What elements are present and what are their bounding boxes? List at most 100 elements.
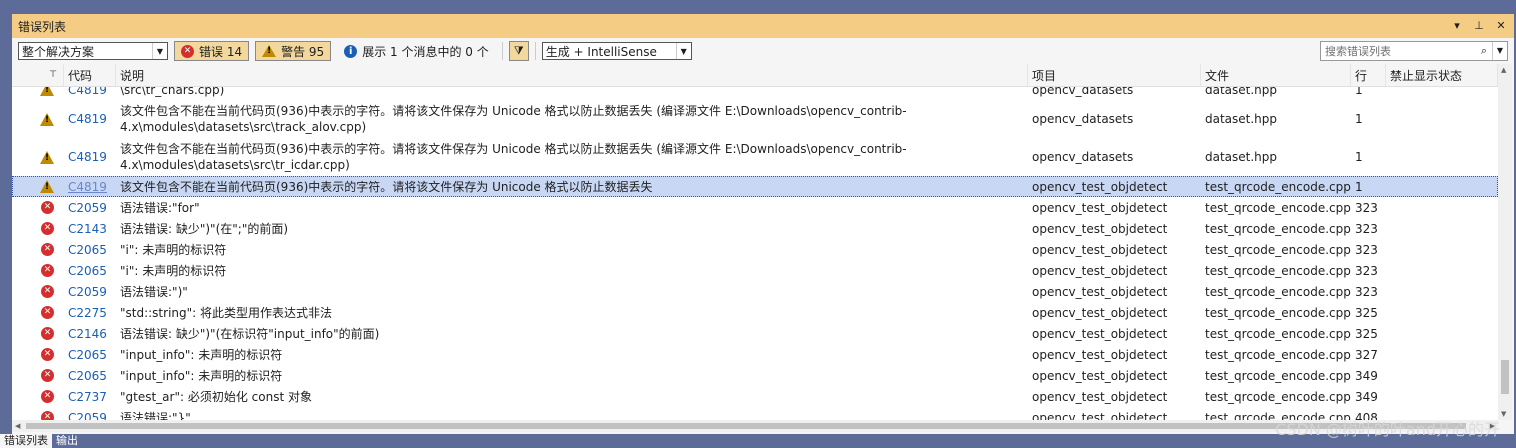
row-code-link[interactable]: C2065 [64,243,116,257]
table-row[interactable]: ✕ C2143 语法错误: 缺少")"(在";"的前面) opencv_test_ob… [12,218,1498,239]
grid-header: ⊤ 代码 说明 项目 文件 行 禁止显示状态 [12,64,1498,87]
search-icon[interactable]: ⌕ [1476,44,1492,58]
row-project: opencv_datasets [1032,87,1134,97]
row-code-link[interactable]: C2059 [64,285,116,299]
table-row[interactable]: C4819 该文件包含不能在当前代码页(936)中表示的字符。请将该文件保存为 U… [12,138,1498,176]
table-row[interactable]: ✕ C2146 语法错误: 缺少")"(在标识符"input_info"的前面) op… [12,323,1498,344]
scope-value: 整个解决方案 [22,44,95,59]
scope-dropdown[interactable]: 整个解决方案 ▼ [18,42,168,60]
window-menu-icon[interactable]: ▾ [1450,19,1464,33]
row-line: 349 [1355,389,1378,404]
row-code-link[interactable]: C2146 [64,327,116,341]
row-line: 323 [1355,242,1378,257]
row-file: test_qrcode_encode.cpp [1205,368,1351,383]
row-project: opencv_test_objdetect [1032,284,1168,299]
row-severity-cell: ✕ [12,222,64,235]
row-description: "i": 未声明的标识符 [120,263,227,278]
pin-icon[interactable]: ⊥ [1472,19,1486,33]
row-code-link[interactable]: C2275 [64,306,116,320]
row-description: "input_info": 未声明的标识符 [120,368,283,383]
vertical-scrollbar[interactable]: ▲ ▼ [1498,64,1512,420]
filter-toggle-button[interactable]: ⧩ [508,41,529,61]
scroll-down-icon[interactable]: ▼ [1501,410,1506,418]
header-suppression-state[interactable]: 禁止显示状态 [1386,64,1498,86]
row-code-link[interactable]: C2065 [64,264,116,278]
header-code[interactable]: 代码 [64,64,116,86]
row-file: test_qrcode_encode.cpp [1205,221,1351,236]
warning-icon [40,180,54,193]
build-mode-dropdown[interactable]: 生成 + IntelliSense ▼ [541,42,692,60]
warning-icon [40,150,54,164]
row-code-link[interactable]: C2059 [64,411,116,421]
messages-filter-button[interactable]: i 展示 1 个消息中的 0 个 [337,41,496,61]
error-icon: ✕ [41,327,54,340]
row-code-link[interactable]: C2059 [64,201,116,215]
header-file[interactable]: 文件 [1201,64,1351,86]
row-line: 1 [1355,179,1363,194]
toolbar: 整个解决方案 ▼ ✕ 错误 14 警告 95 i 展示 1 个消息中的 0 个 … [12,38,1514,64]
table-row[interactable]: C4819 该文件包含不能在当前代码页(936)中表示的字符。请将该文件保存为 U… [12,100,1498,138]
sort-icon: ⊤ [49,70,57,80]
row-project: opencv_test_objdetect [1032,347,1168,362]
errors-filter-button[interactable]: ✕ 错误 14 [174,41,250,61]
row-description: 该文件包含不能在当前代码页(936)中表示的字符。请将该文件保存为 Unicod… [120,104,907,134]
error-icon: ✕ [181,44,194,58]
table-row[interactable]: ✕ C2065 "input_info": 未声明的标识符 opencv_test_o… [12,344,1498,365]
error-grid: ⊤ 代码 说明 项目 文件 行 禁止显示状态 C4819 \src\tr_char… [12,64,1498,420]
error-icon: ✕ [41,264,54,277]
table-row[interactable]: ✕ C2059 语法错误:")" opencv_test_objdetect test_… [12,281,1498,302]
title-bar: 错误列表 ▾ ⊥ ✕ [12,14,1514,38]
warning-icon [40,87,54,96]
chevron-down-icon[interactable]: ▼ [1492,42,1507,60]
search-input[interactable] [1321,44,1476,58]
table-row[interactable]: C4819 该文件包含不能在当前代码页(936)中表示的字符。请将该文件保存为 U… [12,176,1498,197]
row-project: opencv_test_objdetect [1032,263,1168,278]
table-row[interactable]: C4819 \src\tr_chars.cpp) opencv_datasets da… [12,87,1498,100]
build-mode-value: 生成 + IntelliSense [545,44,657,59]
chevron-down-icon: ▼ [152,43,167,59]
toolbar-divider [534,42,536,60]
warning-icon [40,112,54,126]
watermark: CSDN @树叶的叶and开心的开 [1275,420,1500,439]
table-row[interactable]: ✕ C2065 "input_info": 未声明的标识符 opencv_test_o… [12,365,1498,386]
error-icon: ✕ [41,243,54,256]
row-code-link[interactable]: C4819 [64,180,116,194]
header-sort-column[interactable]: ⊤ [12,64,64,86]
row-file: test_qrcode_encode.cpp [1205,326,1351,341]
warning-icon [262,45,277,57]
row-code-link[interactable]: C4819 [64,112,116,126]
table-row[interactable]: ✕ C2059 语法错误:"for" opencv_test_objdetect tes… [12,197,1498,218]
row-description: \src\tr_chars.cpp) [120,87,225,97]
row-line: 323 [1355,200,1378,215]
scroll-up-icon[interactable]: ▲ [1501,66,1506,74]
row-list: C4819\src\tr_chars.cpp)opencv_datasetsda… [12,87,1498,420]
row-code-link[interactable]: C2143 [64,222,116,236]
warnings-filter-button[interactable]: 警告 95 [255,41,332,61]
row-code-link[interactable]: C4819 [64,150,116,164]
row-project: opencv_datasets [1032,150,1134,164]
header-description[interactable]: 说明 [116,64,1028,86]
scroll-left-icon[interactable]: ◀ [15,422,20,430]
vertical-scroll-thumb[interactable] [1501,360,1509,394]
search-box[interactable]: ⌕ ▼ [1320,41,1508,61]
row-line: 323 [1355,284,1378,299]
horizontal-scroll-thumb[interactable] [26,423,1466,429]
row-project: opencv_test_objdetect [1032,410,1168,421]
row-code-link[interactable]: C4819 [64,87,116,97]
header-line[interactable]: 行 [1351,64,1386,86]
row-description: "i": 未声明的标识符 [120,242,227,257]
row-line: 349 [1355,368,1378,383]
row-project: opencv_datasets [1032,112,1134,126]
row-code-link[interactable]: C2737 [64,390,116,404]
error-icon: ✕ [41,411,54,420]
header-project[interactable]: 项目 [1028,64,1201,86]
table-row[interactable]: ✕ C2065 "i": 未声明的标识符 opencv_test_objdetect t… [12,260,1498,281]
table-row[interactable]: ✕ C2737 "gtest_ar": 必须初始化 const 对象 opencv_t… [12,386,1498,407]
table-row[interactable]: ✕ C2275 "std::string": 将此类型用作表达式非法 opencv_t… [12,302,1498,323]
row-code-link[interactable]: C2065 [64,369,116,383]
row-code-link[interactable]: C2065 [64,348,116,362]
row-severity-cell: ✕ [12,390,64,403]
table-row[interactable]: ✕ C2065 "i": 未声明的标识符 opencv_test_objdetect t… [12,239,1498,260]
row-project: opencv_test_objdetect [1032,179,1168,194]
close-icon[interactable]: ✕ [1494,19,1508,33]
